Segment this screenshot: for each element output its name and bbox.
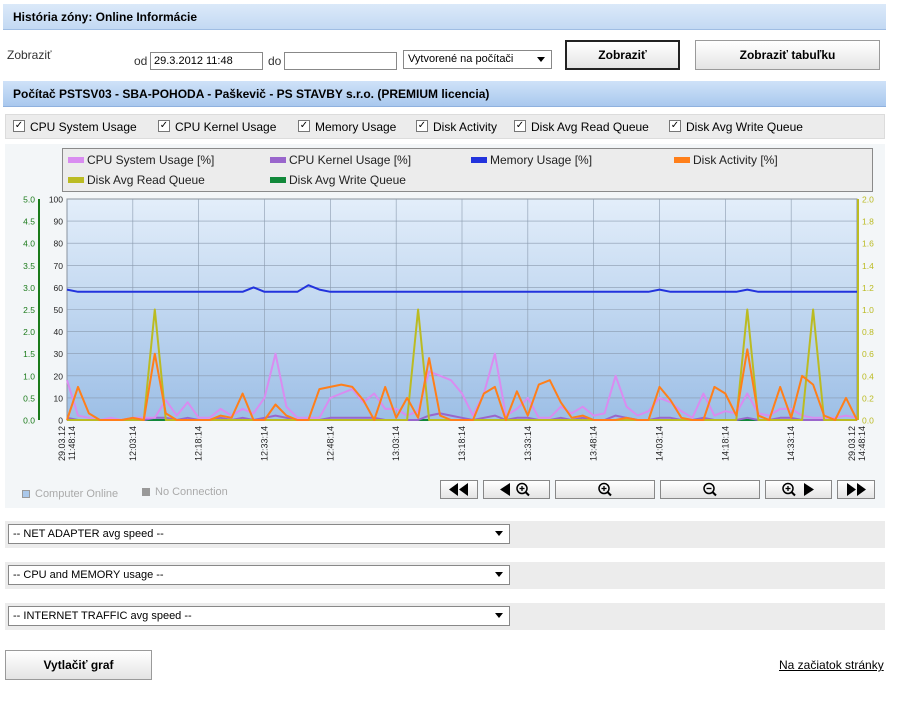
checkbox-label: Disk Activity — [433, 120, 498, 134]
from-date-input[interactable] — [150, 52, 263, 70]
legend-label: Disk Avg Write Queue — [289, 173, 406, 187]
status-computer-online: Computer Online — [22, 488, 118, 500]
legend-cpu-kernel: CPU Kernel Usage [%] — [270, 153, 411, 167]
computer-title: Počítač PSTSV03 - SBA-POHODA - Paškevič … — [13, 87, 490, 101]
series-checkbox-row: ✓ CPU System Usage ✓ CPU Kernel Usage ✓ Mem… — [5, 114, 885, 139]
internet-traffic-value: -- INTERNET TRAFFIC avg speed -- — [13, 610, 192, 622]
net-adapter-row: -- NET ADAPTER avg speed -- — [5, 521, 885, 548]
legend-swatch — [471, 156, 487, 163]
legend-label: Memory Usage [%] — [490, 153, 593, 167]
checkbox-label: CPU System Usage — [30, 120, 137, 134]
checkbox-label: CPU Kernel Usage — [175, 120, 277, 134]
legend-disk-activity: Disk Activity [%] — [674, 153, 778, 167]
zoom-in-right-icon — [782, 482, 814, 497]
print-chart-button[interactable]: Vytlačiť graf — [5, 650, 152, 680]
from-label: od — [134, 54, 148, 68]
chevron-down-icon — [495, 572, 503, 577]
back-to-top-link[interactable]: Na začiatok stránky — [779, 658, 884, 672]
check-icon: ✓ — [416, 120, 428, 132]
chart-area: CPU System Usage [%] CPU Kernel Usage [%… — [5, 144, 885, 508]
legend-disk-read: Disk Avg Read Queue — [68, 173, 205, 187]
legend-disk-write: Disk Avg Write Queue — [270, 173, 406, 187]
checkbox-label: Disk Avg Write Queue — [686, 120, 803, 134]
nav-zoom-in-left-button[interactable] — [483, 480, 550, 499]
checkbox-disk-activity[interactable]: ✓ Disk Activity — [416, 120, 497, 134]
chevron-down-icon — [537, 57, 545, 62]
mode-select-value: Vytvorené na počítači — [408, 53, 514, 65]
status-swatch-offline — [142, 488, 150, 497]
legend-label: Disk Activity [%] — [693, 153, 778, 167]
show-label: Zobraziť — [7, 48, 52, 62]
legend-label: CPU System Usage [%] — [87, 153, 215, 167]
legend-swatch — [270, 156, 286, 163]
legend-memory: Memory Usage [%] — [471, 153, 592, 167]
check-icon: ✓ — [298, 120, 310, 132]
to-label: do — [268, 54, 282, 68]
legend-swatch — [270, 176, 286, 183]
status-label: Computer Online — [35, 488, 119, 500]
page-title: História zóny: Online Informácie — [13, 10, 198, 24]
chart-legend: CPU System Usage [%] CPU Kernel Usage [%… — [62, 148, 873, 192]
computer-header: Počítač PSTSV03 - SBA-POHODA - Paškevič … — [3, 81, 886, 107]
check-icon: ✓ — [13, 120, 25, 132]
mode-select[interactable]: Vytvorené na počítači — [403, 50, 552, 69]
cpu-memory-value: -- CPU and MEMORY usage -- — [13, 569, 164, 581]
nav-zoom-out-button[interactable] — [660, 480, 760, 499]
net-adapter-value: -- NET ADAPTER avg speed -- — [13, 528, 164, 540]
legend-label: CPU Kernel Usage [%] — [289, 153, 412, 167]
nav-zoom-in-right-button[interactable] — [765, 480, 832, 499]
page-header: História zóny: Online Informácie — [3, 4, 886, 30]
legend-label: Disk Avg Read Queue — [87, 173, 205, 187]
nav-zoom-in-button[interactable] — [555, 480, 655, 499]
legend-swatch — [674, 156, 690, 163]
check-icon: ✓ — [669, 120, 681, 132]
chevron-down-icon — [495, 531, 503, 536]
to-date-input[interactable] — [284, 52, 397, 70]
status-swatch-online — [22, 490, 30, 499]
status-label: No Connection — [155, 486, 228, 498]
cpu-memory-row: -- CPU and MEMORY usage -- — [5, 562, 885, 589]
nav-last-button[interactable] — [837, 480, 875, 499]
internet-traffic-row: -- INTERNET TRAFFIC avg speed -- — [5, 603, 885, 630]
check-icon: ✓ — [514, 120, 526, 132]
zoom-in-left-icon — [500, 482, 530, 497]
chevron-down-icon — [495, 613, 503, 618]
zoom-in-icon — [598, 482, 612, 497]
double-right-icon — [847, 483, 866, 496]
checkbox-cpu-kernel[interactable]: ✓ CPU Kernel Usage — [158, 120, 276, 134]
nav-first-button[interactable] — [440, 480, 478, 499]
status-no-connection: No Connection — [142, 486, 228, 498]
double-left-icon — [449, 483, 468, 496]
internet-traffic-select[interactable]: -- INTERNET TRAFFIC avg speed -- — [8, 606, 510, 626]
zoom-out-icon — [703, 482, 717, 497]
checkbox-disk-write-queue[interactable]: ✓ Disk Avg Write Queue — [669, 120, 803, 134]
checkbox-memory[interactable]: ✓ Memory Usage — [298, 120, 396, 134]
check-icon: ✓ — [158, 120, 170, 132]
checkbox-disk-read-queue[interactable]: ✓ Disk Avg Read Queue — [514, 120, 649, 134]
cpu-memory-select[interactable]: -- CPU and MEMORY usage -- — [8, 565, 510, 585]
legend-cpu-system: CPU System Usage [%] — [68, 153, 214, 167]
show-table-button[interactable]: Zobraziť tabuľku — [695, 40, 880, 70]
net-adapter-select[interactable]: -- NET ADAPTER avg speed -- — [8, 524, 510, 544]
legend-swatch — [68, 156, 84, 163]
checkbox-label: Memory Usage — [315, 120, 397, 134]
checkbox-label: Disk Avg Read Queue — [531, 120, 649, 134]
legend-swatch — [68, 176, 84, 183]
checkbox-cpu-system[interactable]: ✓ CPU System Usage — [13, 120, 137, 134]
show-button[interactable]: Zobraziť — [565, 40, 680, 70]
